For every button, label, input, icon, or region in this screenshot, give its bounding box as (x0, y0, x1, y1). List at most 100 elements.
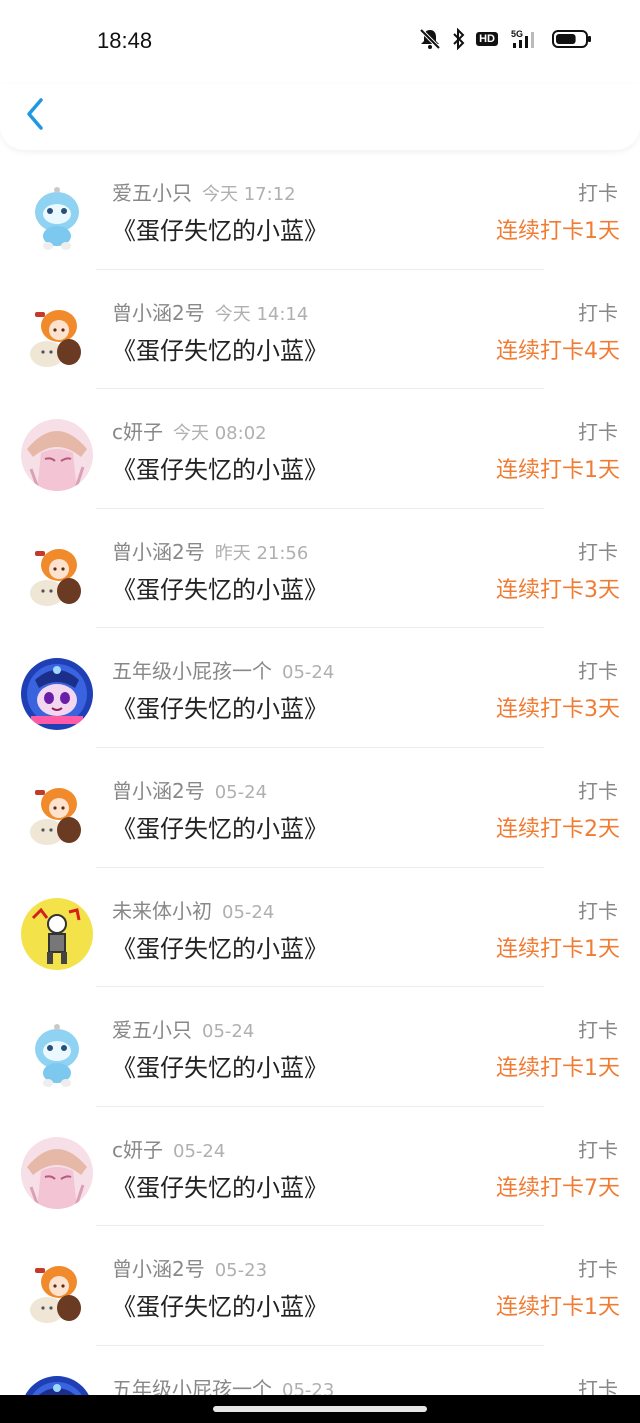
streak-badge: 连续打卡1天 (496, 458, 620, 484)
home-indicator[interactable] (213, 1406, 427, 1412)
post-time: 05-23 (282, 1379, 335, 1395)
book-title: 《蛋仔失忆的小蓝》 (112, 934, 328, 963)
user-name-line: 曾小涵2号 今天 14:14 (112, 297, 308, 326)
avatar[interactable] (21, 777, 93, 850)
list-item[interactable]: 曾小涵2号 今天 14:14 《蛋仔失忆的小蓝》 打卡连续打卡4天 (0, 270, 640, 390)
avatar[interactable] (21, 1136, 93, 1209)
post-time: 05-24 (282, 662, 335, 684)
list-item[interactable]: 曾小涵2号 05-23 《蛋仔失忆的小蓝》 打卡连续打卡1天 (0, 1226, 640, 1346)
checkin-type: 打卡 (578, 659, 618, 684)
user-name-line: c妍子 今天 08:02 (112, 416, 267, 445)
streak-badge: 连续打卡1天 (496, 1295, 620, 1321)
mute-icon (418, 28, 442, 50)
signal-5g-icon: 5G (508, 28, 542, 50)
streak-badge: 连续打卡2天 (496, 816, 620, 842)
streak-badge: 连续打卡3天 (496, 697, 620, 723)
list-item[interactable]: 五年级小屁孩一个 05-23 打卡 (0, 1346, 640, 1395)
streak-badge: 连续打卡3天 (496, 577, 620, 603)
user-name-line: 曾小涵2号 05-23 (112, 1253, 267, 1282)
user-name: c妍子 (112, 1137, 163, 1162)
avatar[interactable] (21, 897, 93, 970)
checkin-type: 打卡 (578, 300, 618, 325)
checkin-type: 打卡 (578, 1376, 618, 1395)
post-time: 05-24 (173, 1140, 226, 1162)
user-name-line: 曾小涵2号 昨天 21:56 (112, 536, 308, 565)
user-name-line: 未来体小初 05-24 (112, 895, 274, 924)
avatar[interactable] (21, 180, 93, 252)
navigation-bar (0, 1395, 640, 1423)
post-time: 05-24 (214, 781, 268, 803)
streak-badge: 连续打卡7天 (496, 1175, 620, 1201)
checkin-list: 爱五小只 今天 17:12 《蛋仔失忆的小蓝》 打卡 连续打卡1天 曾小涵2号 今天 14:… (0, 150, 640, 1395)
checkin-type: 打卡 (578, 420, 618, 445)
streak-badge: 连续打卡1天 (496, 936, 620, 962)
post-time: 今天 17:12 (202, 184, 296, 205)
back-button[interactable] (22, 96, 52, 132)
user-name: 五年级小屁孩一个 (112, 1376, 272, 1395)
hd-icon: HD (476, 32, 498, 46)
chevron-left-icon (27, 98, 43, 130)
book-title: 《蛋仔失忆的小蓝》 (112, 814, 328, 843)
avatar[interactable] (21, 299, 93, 372)
streak-badge: 连续打卡1天 (496, 219, 620, 244)
avatar[interactable] (21, 538, 93, 611)
checkin-type: 打卡 (578, 1137, 618, 1162)
streak-badge: 连续打卡1天 (496, 1056, 620, 1082)
post-time: 05-24 (202, 1021, 255, 1043)
user-name-line: 曾小涵2号 05-24 (112, 775, 267, 804)
svg-text:5G: 5G (511, 29, 523, 39)
post-time: 05-23 (214, 1260, 268, 1282)
user-name: 曾小涵2号 (112, 539, 205, 564)
bluetooth-icon (452, 28, 466, 50)
list-item[interactable]: 爱五小只 今天 17:12 《蛋仔失忆的小蓝》 打卡连续打卡1天 (0, 150, 640, 270)
status-bar: 18:48 HD 5G (0, 0, 640, 84)
checkin-type: 打卡 (578, 539, 618, 564)
user-name: 爱五小只 (112, 181, 192, 205)
checkin-type: 打卡 (578, 898, 618, 923)
book-title: 《蛋仔失忆的小蓝》 (112, 575, 328, 604)
user-name: c妍子 (112, 420, 163, 445)
avatar[interactable] (21, 1256, 93, 1329)
post-time: 昨天 21:56 (214, 542, 309, 564)
avatar[interactable] (21, 1017, 93, 1090)
list-item[interactable]: 曾小涵2号 昨天 21:56 《蛋仔失忆的小蓝》 打卡连续打卡3天 (0, 509, 640, 629)
user-name: 爱五小只 (112, 1018, 192, 1043)
user-name-line: 五年级小屁孩一个 05-24 (112, 655, 334, 684)
status-time: 18:48 (97, 28, 153, 53)
header (0, 84, 640, 150)
book-title: 《蛋仔失忆的小蓝》 (112, 695, 328, 724)
avatar[interactable] (21, 419, 93, 492)
list-item[interactable]: c妍子 05-24 《蛋仔失忆的小蓝》 打卡连续打卡7天 (0, 1107, 640, 1227)
book-title: 《蛋仔失忆的小蓝》 (112, 1054, 328, 1083)
user-name: 曾小涵2号 (112, 1257, 205, 1282)
battery-icon (552, 28, 592, 50)
list-item[interactable]: 爱五小只 05-24 《蛋仔失忆的小蓝》 打卡 连续打卡1天 (0, 987, 640, 1107)
book-title: 《蛋仔失忆的小蓝》 (112, 456, 328, 485)
book-title: 《蛋仔失忆的小蓝》 (112, 217, 328, 245)
user-name: 曾小涵2号 (112, 778, 205, 803)
user-name-line: c妍子 05-24 (112, 1134, 225, 1163)
book-title: 《蛋仔失忆的小蓝》 (112, 1293, 328, 1322)
user-name-line: 五年级小屁孩一个 05-23 (112, 1373, 334, 1395)
streak-badge: 连续打卡4天 (496, 338, 620, 364)
user-name: 未来体小初 (112, 898, 212, 923)
checkin-type: 打卡 (578, 778, 618, 803)
user-name: 曾小涵2号 (112, 300, 205, 325)
user-name: 五年级小屁孩一个 (112, 659, 272, 684)
user-name-line: 爱五小只 今天 17:12 (112, 177, 296, 206)
list-item[interactable]: c妍子 今天 08:02 《蛋仔失忆的小蓝》 打卡连续打卡1天 (0, 389, 640, 509)
status-icons: HD 5G (418, 28, 592, 50)
book-title: 《蛋仔失忆的小蓝》 (112, 336, 328, 365)
list-item[interactable]: 未来体小初 05-24 《蛋仔失忆的小蓝》 打卡连续打卡1天 (0, 868, 640, 988)
book-title: 《蛋仔失忆的小蓝》 (112, 1173, 328, 1202)
user-name-line: 爱五小只 05-24 (112, 1014, 254, 1043)
post-time: 今天 14:14 (214, 303, 309, 325)
avatar[interactable] (21, 658, 93, 731)
list-item[interactable]: 五年级小屁孩一个 05-24 《蛋仔失忆的小蓝》 打卡连续打卡3天 (0, 628, 640, 748)
checkin-type: 打卡 (578, 1257, 618, 1282)
checkin-type: 打卡 (578, 181, 618, 205)
post-time: 05-24 (222, 901, 275, 923)
avatar[interactable] (21, 1375, 93, 1395)
list-item[interactable]: 曾小涵2号 05-24 《蛋仔失忆的小蓝》 打卡连续打卡2天 (0, 748, 640, 868)
post-time: 今天 08:02 (173, 423, 267, 445)
